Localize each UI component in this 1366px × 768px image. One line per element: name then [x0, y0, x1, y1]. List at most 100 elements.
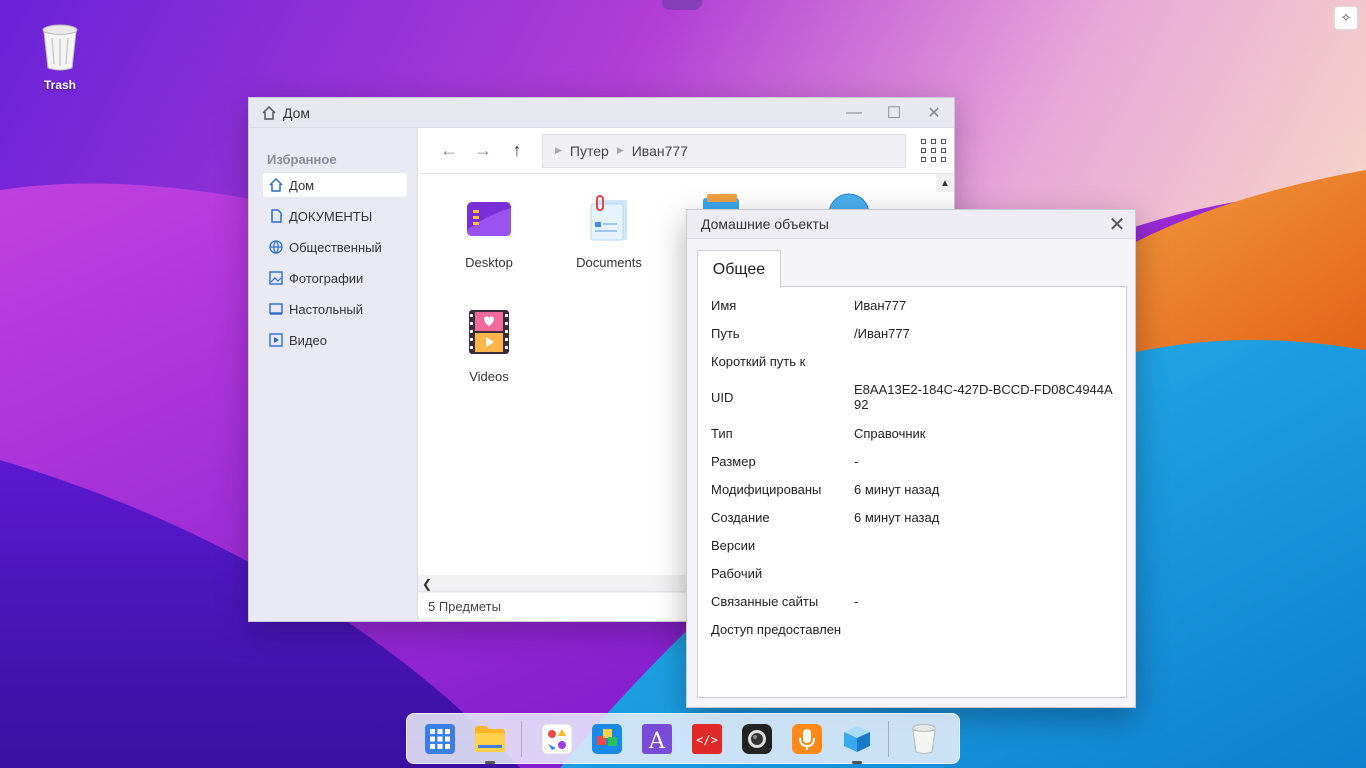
sidebar-item-label: Дом: [289, 177, 315, 193]
breadcrumb-item[interactable]: Путер: [570, 143, 609, 159]
window-title: Дом: [283, 104, 311, 121]
sidebar-item-videos[interactable]: Видео: [263, 328, 407, 352]
sidebar-item-public[interactable]: Общественный: [263, 235, 407, 259]
sidebar-item-desktop[interactable]: Настольный: [263, 297, 407, 321]
sparkle-icon[interactable]: ✧: [1334, 6, 1358, 30]
sidebar-item-label: Фотографии: [289, 270, 364, 286]
property-row: Рабочий: [698, 559, 1126, 587]
toolbar: ← → ↑ ▶ Путер ▶ Иван777: [418, 128, 954, 174]
font-editor-icon[interactable]: A: [640, 722, 674, 756]
window-titlebar[interactable]: Дом — ☐ ✕: [249, 98, 954, 128]
scroll-up-button[interactable]: ▲: [936, 174, 954, 192]
property-key: Имя: [711, 297, 737, 313]
view-grid-icon[interactable]: [920, 137, 948, 165]
breadcrumb-separator: ▶: [616, 145, 624, 155]
sidebar-item-label: Видео: [289, 332, 327, 348]
properties-dialog: Домашние объекты ✕ Общее Имя Иван777 Пут…: [686, 209, 1136, 708]
desktop-trash[interactable]: Trash: [28, 22, 92, 92]
image-icon: [269, 271, 283, 285]
file-item-label: Videos: [469, 369, 509, 384]
camera-icon[interactable]: [740, 722, 774, 756]
desktop-trash-label: Trash: [43, 78, 76, 92]
property-key: Создание: [711, 509, 770, 525]
property-row: Связанные сайты -: [698, 587, 1126, 615]
voice-recorder-icon[interactable]: [790, 722, 824, 756]
desktop-folder-icon: [467, 202, 511, 236]
document-icon: [269, 209, 283, 223]
properties-panel: Имя Иван777 Путь /Иван777 Короткий путь …: [697, 286, 1127, 698]
sidebar-item-documents[interactable]: ДОКУМЕНТЫ: [263, 204, 407, 228]
sidebar-item-label: Настольный: [289, 301, 364, 317]
forward-arrow-icon[interactable]: →: [466, 140, 500, 161]
dialog-titlebar[interactable]: Домашние объекты ✕: [687, 210, 1135, 239]
globe-icon: [269, 240, 283, 254]
file-item-desktop[interactable]: Desktop: [439, 194, 539, 270]
breadcrumb-item[interactable]: Иван777: [632, 143, 688, 159]
close-icon[interactable]: ✕: [1099, 212, 1135, 237]
property-value: Иван777: [854, 297, 907, 313]
property-row: Доступ предоставлен: [698, 615, 1126, 643]
property-row: Размер -: [698, 447, 1126, 475]
property-row: Создание 6 минут назад: [698, 503, 1126, 531]
top-panel-handle[interactable]: [662, 0, 702, 10]
sidebar-item-label: Общественный: [289, 239, 382, 255]
svg-text:</>: </>: [696, 733, 718, 747]
property-key: Модифицированы: [711, 481, 822, 497]
property-row: UID E8AA13E2-184C-427D-BCCD-FD08C4944A92: [698, 375, 1126, 419]
scroll-left-icon[interactable]: ❮: [422, 577, 432, 591]
maximize-button[interactable]: ☐: [874, 98, 914, 128]
property-key: UID: [711, 389, 734, 405]
app-center-icon[interactable]: [540, 722, 574, 756]
property-value: -: [854, 453, 859, 469]
property-key: Короткий путь к: [711, 353, 806, 369]
file-item-label: Documents: [576, 255, 642, 270]
sidebar-item-label: ДОКУМЕНТЫ: [289, 208, 373, 224]
code-editor-icon[interactable]: </>: [690, 722, 724, 756]
property-key: Версии: [711, 537, 756, 553]
property-row: Короткий путь к: [698, 347, 1126, 375]
home-icon: [262, 105, 276, 120]
back-arrow-icon[interactable]: ←: [432, 140, 466, 161]
app-launcher-icon[interactable]: [423, 722, 457, 756]
file-item-videos[interactable]: Videos: [439, 308, 539, 384]
minimize-button[interactable]: —: [834, 98, 874, 128]
property-key: Тип: [711, 425, 733, 441]
breadcrumb[interactable]: ▶ Путер ▶ Иван777: [542, 133, 906, 168]
monitor-icon: [269, 302, 283, 316]
file-manager-icon[interactable]: [473, 722, 507, 764]
property-row: Версии: [698, 531, 1126, 559]
property-value: /Иван777: [854, 325, 910, 341]
svg-text:A: A: [648, 729, 666, 754]
item-count: 5 Предметы: [428, 599, 501, 614]
property-key: Путь: [711, 325, 740, 341]
dock: A </>: [406, 713, 960, 764]
video-icon: [269, 333, 283, 347]
up-arrow-icon[interactable]: ↑: [500, 140, 534, 161]
file-item-label: Desktop: [465, 255, 513, 270]
3d-cube-icon[interactable]: [840, 722, 874, 764]
sidebar-item-photos[interactable]: Фотографии: [263, 266, 407, 290]
property-key: Размер: [711, 453, 756, 469]
close-button[interactable]: ✕: [914, 98, 954, 128]
property-value: -: [854, 593, 859, 609]
property-row: Тип Справочник: [698, 419, 1126, 447]
sidebar-item-home[interactable]: Дом: [263, 173, 407, 197]
file-item-documents[interactable]: Documents: [559, 194, 659, 270]
property-value: Справочник: [854, 425, 926, 441]
dock-separator: [888, 720, 889, 757]
tab-general[interactable]: Общее: [697, 250, 781, 288]
dock-separator: [521, 720, 522, 757]
property-row: Имя Иван777: [698, 291, 1126, 319]
property-value: 6 минут назад: [854, 481, 940, 497]
property-value: E8AA13E2-184C-427D-BCCD-FD08C4944A92: [854, 382, 1113, 412]
property-key: Рабочий: [711, 565, 763, 581]
property-value: 6 минут назад: [854, 509, 940, 525]
sidebar-heading: Избранное: [267, 152, 337, 167]
property-row: Модифицированы 6 минут назад: [698, 475, 1126, 503]
blocks-icon[interactable]: [590, 722, 624, 756]
trash-icon: [42, 24, 78, 71]
property-key: Доступ предоставлен: [711, 621, 842, 637]
dialog-title: Домашние объекты: [701, 216, 829, 232]
trash-icon[interactable]: [907, 722, 941, 756]
breadcrumb-separator: ▶: [555, 145, 562, 155]
